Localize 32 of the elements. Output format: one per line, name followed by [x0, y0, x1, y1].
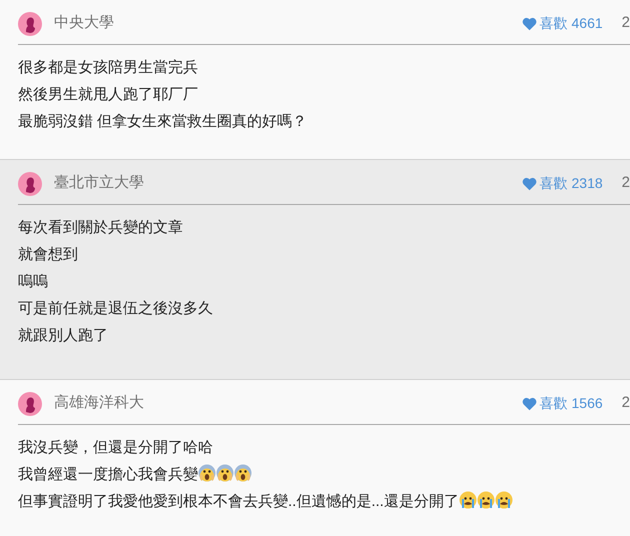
- comment-line: 嗚嗚: [18, 272, 49, 292]
- avatar-icon: [18, 392, 42, 416]
- comment-line: 每次看到關於兵變的文章: [18, 218, 184, 238]
- comment-line: 很多都是女孩陪男生當完兵: [18, 58, 199, 78]
- date-text: 2: [622, 13, 630, 34]
- like-count[interactable]: 喜歡 1566: [540, 393, 603, 414]
- school-name: 臺北市立大學: [54, 173, 144, 194]
- comment-line: 可是前任就是退伍之後沒多久: [18, 299, 214, 319]
- crying-face-icon: [476, 491, 495, 509]
- heart-icon[interactable]: [522, 176, 537, 190]
- comment-line: 就跟別人跑了: [18, 326, 109, 346]
- comment-line: 就會想到: [18, 245, 79, 265]
- avatar-icon: [18, 172, 42, 196]
- date-text: 2: [622, 173, 630, 194]
- comment-line: 然後男生就甩人跑了耶厂厂: [18, 85, 199, 105]
- like-count[interactable]: 喜歡 2318: [540, 173, 603, 194]
- school-name: 中央大學: [54, 13, 114, 34]
- date-text: 2: [622, 393, 630, 414]
- crying-face-icon: [458, 491, 477, 509]
- like-count[interactable]: 喜歡 4661: [540, 13, 603, 34]
- screaming-face-icon: [234, 464, 252, 482]
- crying-face-icon: [494, 491, 513, 509]
- screaming-face-icon: [216, 464, 234, 482]
- comment-line: 我曾經還一度擔心我會兵變: [18, 461, 630, 488]
- comment-line: 我沒兵變，但還是分開了哈哈: [18, 438, 214, 458]
- comment-line: 但事實證明了我愛他愛到根本不會去兵變..但遺憾的是...還是分開了: [18, 488, 630, 515]
- heart-icon[interactable]: [522, 16, 537, 30]
- screaming-face-icon: [198, 464, 216, 482]
- school-name: 高雄海洋科大: [54, 393, 144, 414]
- avatar-icon: [18, 12, 42, 36]
- comment-line: 最脆弱沒錯 但拿女生來當救生圈真的好嗎？: [18, 112, 308, 132]
- heart-icon[interactable]: [522, 396, 537, 410]
